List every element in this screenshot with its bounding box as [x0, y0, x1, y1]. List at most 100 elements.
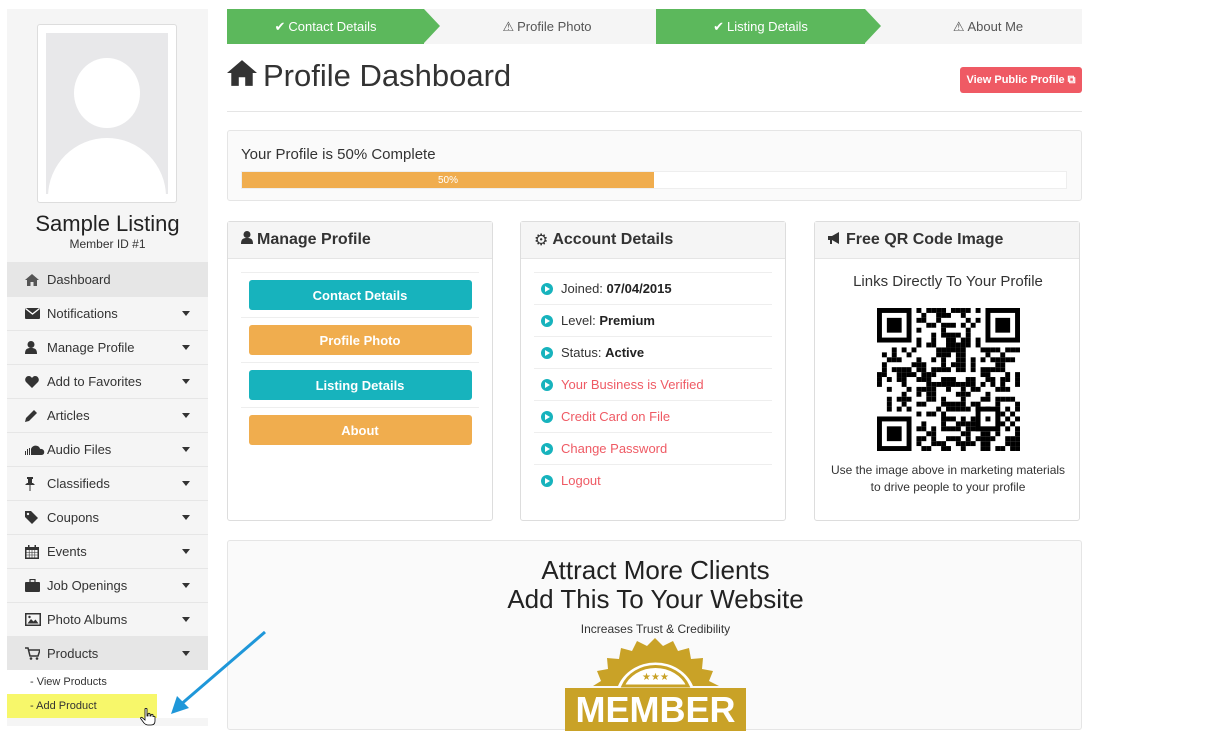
listing-name: Sample Listing: [35, 211, 180, 236]
calendar-icon: [25, 544, 47, 559]
qr-subtitle: Links Directly To Your Profile: [853, 273, 1043, 290]
sidebar-item-classifieds[interactable]: Classifieds: [7, 466, 208, 500]
qr-code-card: Free QR Code Image Links Directly To You…: [814, 221, 1080, 521]
chevron-down-icon: [182, 481, 190, 486]
annotation-arrow: [171, 630, 266, 714]
play-circle-icon: [541, 314, 553, 327]
sidebar-item-notifications[interactable]: Notifications: [7, 296, 208, 330]
sidebar-item-label: Audio Files: [47, 442, 112, 457]
sidebar-item-label: Add to Favorites: [47, 374, 142, 389]
badge-text: MEMBER: [576, 689, 736, 730]
card-title: Manage Profile: [228, 222, 492, 259]
sidebar-item-label: Photo Albums: [47, 612, 128, 627]
sidebar-item-add-to-favorites[interactable]: Add to Favorites: [7, 364, 208, 398]
external-link-icon: ⧉: [1067, 73, 1076, 86]
status-row: Status: Active: [534, 336, 772, 368]
avatar: [37, 24, 177, 203]
change-password-link[interactable]: Change Password: [534, 432, 772, 464]
pushpin-icon: [25, 476, 47, 491]
progress-bar: 50%: [241, 171, 1067, 189]
chevron-down-icon: [182, 515, 190, 520]
qr-code-image[interactable]: [877, 308, 1020, 451]
member-badge-image[interactable]: ★★★ MEMBER: [563, 636, 748, 731]
svg-text:★★★: ★★★: [642, 672, 669, 683]
briefcase-icon: [25, 579, 47, 592]
sidebar-item-coupons[interactable]: Coupons: [7, 500, 208, 534]
page-title: Profile Dashboard: [227, 58, 511, 94]
chevron-down-icon: [182, 549, 190, 554]
business-verified-link[interactable]: Your Business is Verified: [534, 368, 772, 400]
user-icon: [25, 341, 47, 354]
divider: [227, 111, 1082, 112]
attract-tagline: Increases Trust & Credibility: [580, 622, 731, 636]
play-circle-icon: [541, 378, 553, 391]
profile-progress-panel: Your Profile is 50% Complete 50%: [227, 130, 1082, 201]
pencil-icon: [25, 409, 47, 422]
heart-icon: [25, 375, 47, 388]
picture-icon: [25, 613, 47, 626]
soundcloud-icon: [25, 445, 47, 455]
play-circle-icon: [541, 474, 553, 487]
chevron-down-icon: [182, 345, 190, 350]
tag-icon: [25, 511, 47, 524]
submenu-add-product[interactable]: - Add Product: [7, 694, 157, 718]
credit-card-link[interactable]: Credit Card on File: [534, 400, 772, 432]
logout-link[interactable]: Logout: [534, 464, 772, 496]
chevron-down-icon: [182, 311, 190, 316]
sidebar-item-label: Job Openings: [47, 578, 128, 593]
sidebar-item-events[interactable]: Events: [7, 534, 208, 568]
about-button[interactable]: About: [248, 415, 472, 445]
attract-subheading: Add This To Your Website: [507, 584, 804, 614]
sidebar-item-label: Products: [47, 646, 99, 661]
avatar-placeholder-image: [46, 33, 168, 194]
manage-profile-card: Manage Profile Contact Details Profile P…: [227, 221, 493, 521]
play-circle-icon: [541, 410, 553, 423]
sidebar-item-label: Notifications: [47, 306, 118, 321]
chevron-down-icon: [182, 413, 190, 418]
progress-fill: 50%: [242, 172, 654, 188]
sidebar-item-articles[interactable]: Articles: [7, 398, 208, 432]
card-title: ⚙ Account Details: [521, 222, 785, 259]
account-details-card: ⚙ Account Details Joined: 07/04/2015 Lev…: [520, 221, 786, 521]
sidebar-item-audio-files[interactable]: Audio Files: [7, 432, 208, 466]
cart-icon: [25, 647, 47, 660]
listing-details-button[interactable]: Listing Details: [248, 370, 472, 400]
sidebar-item-label: Dashboard: [47, 272, 111, 287]
hand-cursor-icon: [140, 708, 156, 726]
wizard-step-profile-photo[interactable]: ⚠ Profile Photo: [441, 9, 653, 44]
warning-icon: ⚠: [952, 18, 965, 34]
play-circle-icon: [541, 282, 553, 295]
bullhorn-icon: [828, 231, 842, 249]
play-circle-icon: [541, 346, 553, 359]
sidebar-item-label: Manage Profile: [47, 340, 135, 355]
warning-icon: ⚠: [502, 18, 515, 34]
check-icon: ✔: [713, 18, 724, 34]
check-icon: ✔: [274, 18, 286, 34]
play-circle-icon: [541, 442, 553, 455]
view-public-profile-button[interactable]: View Public Profile ⧉: [960, 67, 1082, 93]
progress-title: Your Profile is 50% Complete: [241, 146, 436, 163]
sidebar-item-label: Classifieds: [47, 476, 110, 491]
card-title: Free QR Code Image: [815, 222, 1079, 259]
wizard-step-contact-details[interactable]: ✔ Contact Details: [227, 9, 440, 44]
chevron-down-icon: [182, 617, 190, 622]
user-icon: [241, 231, 253, 249]
attract-clients-panel: Attract More Clients Add This To Your We…: [227, 540, 1082, 731]
home-icon: [25, 273, 47, 286]
sidebar-item-label: Articles: [47, 408, 90, 423]
qr-note: Use the image above in marketing materia…: [830, 463, 1066, 494]
envelope-icon: [25, 308, 47, 319]
chevron-down-icon: [182, 379, 190, 384]
chevron-down-icon: [182, 583, 190, 588]
sidebar-item-label: Coupons: [47, 510, 100, 525]
wizard-step-about-me[interactable]: ⚠ About Me: [882, 9, 1094, 44]
profile-photo-button[interactable]: Profile Photo: [248, 325, 472, 355]
sidebar-item-job-openings[interactable]: Job Openings: [7, 568, 208, 602]
sidebar-item-dashboard[interactable]: Dashboard: [7, 262, 208, 296]
chevron-down-icon: [182, 447, 190, 452]
wizard-step-listing-details[interactable]: ✔ Listing Details: [656, 9, 881, 44]
sidebar-item-manage-profile[interactable]: Manage Profile: [7, 330, 208, 364]
attract-heading: Attract More Clients: [541, 555, 770, 585]
contact-details-button[interactable]: Contact Details: [248, 280, 472, 310]
level-row: Level: Premium: [534, 304, 772, 336]
